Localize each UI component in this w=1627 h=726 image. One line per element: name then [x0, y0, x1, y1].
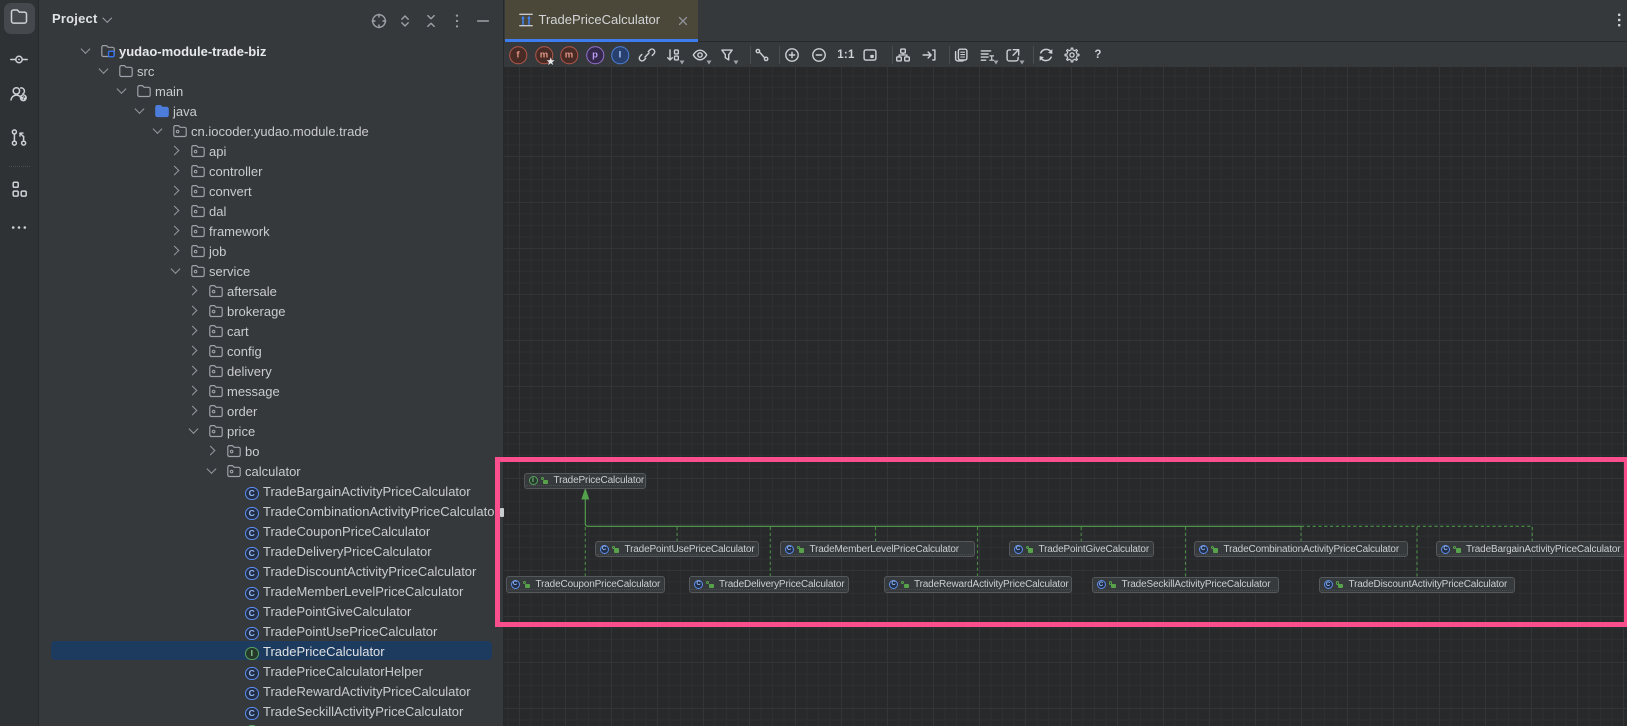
svg-text:?: ? [21, 96, 25, 102]
